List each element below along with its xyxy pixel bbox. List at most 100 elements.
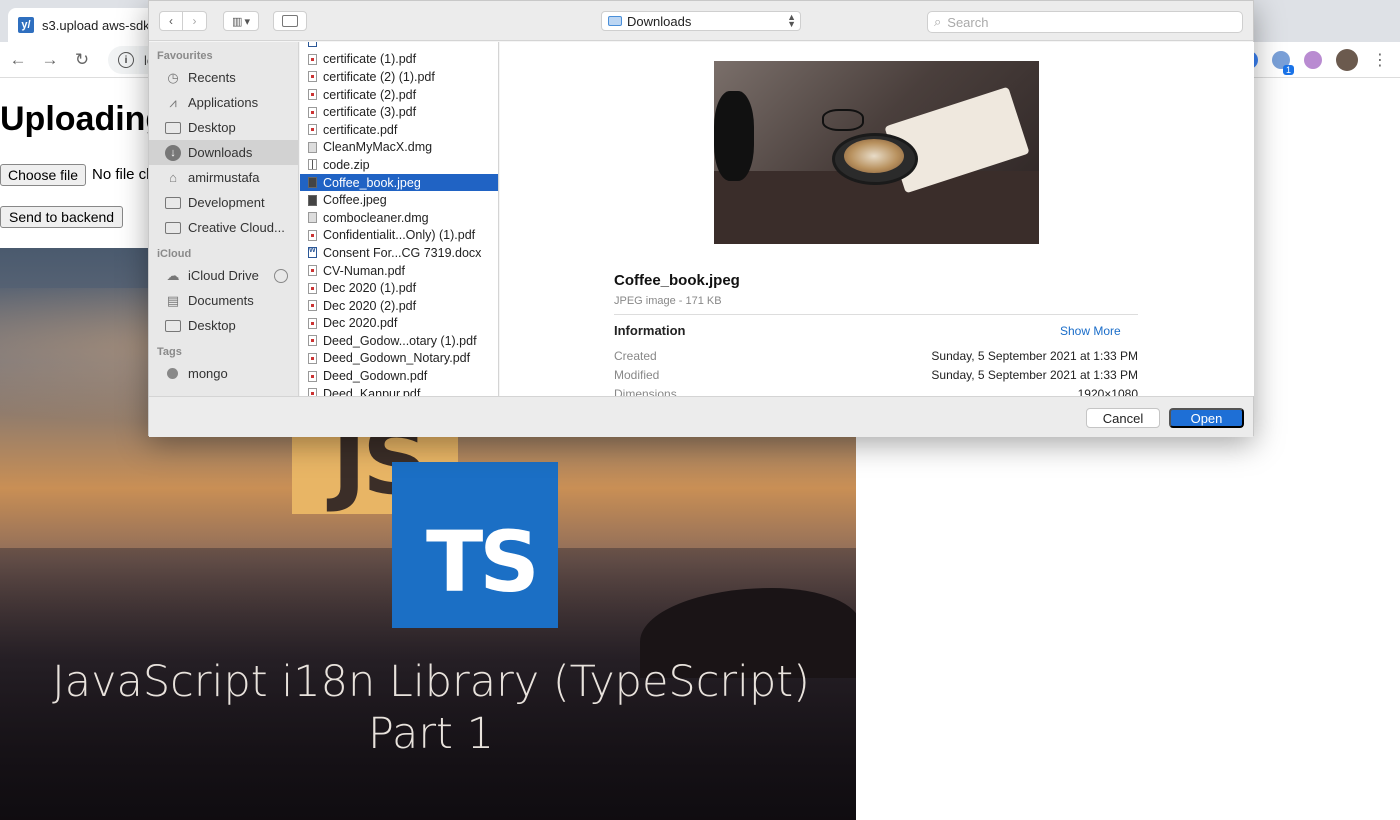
- list-item[interactable]: certificate.pdf: [300, 121, 498, 139]
- file-name: CleanMyMacX.dmg: [323, 140, 433, 155]
- menu-dots-icon[interactable]: ⋮: [1372, 50, 1388, 70]
- preview-latte: [844, 139, 904, 173]
- file-name: certificate (2).pdf: [323, 87, 417, 102]
- sidebar-item-recents[interactable]: ◷ Recents: [149, 65, 298, 90]
- divider: [614, 314, 1138, 315]
- back-button[interactable]: ‹: [159, 11, 183, 31]
- avatar[interactable]: [1336, 49, 1358, 71]
- sidebar-item-label: Development: [188, 195, 265, 210]
- file-status-text: No file ch: [92, 166, 155, 183]
- info-row-dimensions: Dimensions 1920×1080: [614, 387, 1138, 396]
- pdf-file-icon: [308, 265, 317, 277]
- sidebar-section-favourites: Favourites: [157, 50, 213, 62]
- view-mode-button[interactable]: ▥ ▾: [223, 11, 259, 31]
- search-input[interactable]: ⌕ Search: [927, 11, 1243, 33]
- info-label: Created: [614, 349, 657, 363]
- sidebar-item-icloud-desktop[interactable]: Desktop: [149, 313, 298, 338]
- cloud-icon: ☁: [166, 267, 180, 283]
- list-item[interactable]: [300, 42, 498, 51]
- list-item[interactable]: Confidentialit...Only) (1).pdf: [300, 227, 498, 245]
- sidebar-item-documents[interactable]: ▤ Documents: [149, 288, 298, 313]
- list-item[interactable]: Dec 2020 (1).pdf: [300, 279, 498, 297]
- new-folder-icon: [282, 15, 298, 27]
- list-item[interactable]: certificate (2) (1).pdf: [300, 68, 498, 86]
- file-name: combocleaner.dmg: [323, 210, 429, 225]
- list-item[interactable]: Deed_Godown_Notary.pdf: [300, 350, 498, 368]
- open-button[interactable]: Open: [1169, 408, 1244, 428]
- home-icon: ⌂: [169, 170, 177, 185]
- list-item[interactable]: Dec 2020 (2).pdf: [300, 297, 498, 315]
- reload-icon[interactable]: ↻: [68, 46, 96, 74]
- pdf-file-icon: [308, 124, 317, 136]
- list-item[interactable]: Deed_Kanpur.pdf: [300, 385, 498, 396]
- sidebar-item-creative-cloud[interactable]: Creative Cloud...: [149, 215, 298, 240]
- file-name: certificate (1).pdf: [323, 52, 417, 67]
- preview-glasses: [822, 109, 864, 131]
- list-item[interactable]: Dec 2020.pdf: [300, 315, 498, 333]
- file-name: Dec 2020.pdf: [323, 316, 398, 331]
- list-item[interactable]: code.zip: [300, 156, 498, 174]
- sidebar-item-icloud-drive[interactable]: ☁ iCloud Drive: [149, 263, 298, 288]
- list-item[interactable]: Coffee.jpeg: [300, 191, 498, 209]
- list-item[interactable]: Deed_Godown.pdf: [300, 367, 498, 385]
- site-info-icon[interactable]: i: [118, 52, 134, 68]
- preview-pane: Coffee_book.jpeg JPEG image - 171 KB Inf…: [500, 42, 1254, 396]
- sidebar-item-home[interactable]: ⌂ amirmustafa: [149, 165, 298, 190]
- file-name: Dec 2020 (1).pdf: [323, 281, 417, 296]
- file-name: Coffee_book.jpeg: [323, 175, 421, 190]
- sidebar-item-applications[interactable]: ⩘ Applications: [149, 90, 298, 115]
- info-value: Sunday, 5 September 2021 at 1:33 PM: [931, 349, 1138, 363]
- pdf-file-icon: [308, 282, 317, 294]
- information-heading: Information: [614, 323, 686, 338]
- list-item[interactable]: certificate (3).pdf: [300, 103, 498, 121]
- dialog-sidebar: Favourites ◷ Recents ⩘ Applications Desk…: [149, 42, 299, 396]
- folder-icon: [165, 196, 181, 210]
- tab-title: s3.upload aws-sdk: [42, 17, 150, 33]
- show-more-link[interactable]: Show More: [1060, 324, 1121, 338]
- forward-button[interactable]: ›: [183, 11, 207, 31]
- sidebar-item-label: Creative Cloud...: [188, 220, 285, 235]
- sidebar-item-desktop[interactable]: Desktop: [149, 115, 298, 140]
- info-label: Dimensions: [614, 387, 677, 396]
- sidebar-section-tags: Tags: [157, 346, 182, 358]
- sidebar-item-label: amirmustafa: [188, 170, 260, 185]
- sidebar-item-development[interactable]: Development: [149, 190, 298, 215]
- list-item[interactable]: certificate (1).pdf: [300, 51, 498, 69]
- sync-progress-icon: [273, 268, 288, 283]
- hero-title: JavaScript i18n Library (TypeScript) Par…: [0, 656, 856, 760]
- file-name: Deed_Godow...otary (1).pdf: [323, 333, 477, 348]
- list-item[interactable]: CleanMyMacX.dmg: [300, 139, 498, 157]
- file-name: certificate (2) (1).pdf: [323, 69, 435, 84]
- send-to-backend-button[interactable]: Send to backend: [0, 206, 124, 228]
- sidebar-item-tag-mongo[interactable]: mongo: [149, 361, 298, 386]
- sidebar-item-label: iCloud Drive: [188, 268, 259, 283]
- list-item[interactable]: Deed_Godow...otary (1).pdf: [300, 332, 498, 350]
- location-label: Downloads: [627, 13, 692, 29]
- list-item[interactable]: combocleaner.dmg: [300, 209, 498, 227]
- list-item-selected[interactable]: Coffee_book.jpeg: [300, 173, 498, 192]
- list-item[interactable]: certificate (2).pdf: [300, 86, 498, 104]
- puzzle-icon[interactable]: [1304, 51, 1322, 69]
- file-name: Consent For...CG 7319.docx: [323, 245, 482, 260]
- location-dropdown[interactable]: Downloads ▲ ▼: [601, 11, 801, 31]
- cancel-button[interactable]: Cancel: [1086, 408, 1160, 428]
- page-title: Uploading: [0, 100, 167, 138]
- file-name: certificate.pdf: [323, 122, 398, 137]
- dialog-footer: Cancel Open: [149, 396, 1253, 437]
- pdf-file-icon: [308, 106, 317, 118]
- new-folder-button[interactable]: [273, 11, 307, 31]
- list-item[interactable]: Consent For...CG 7319.docx: [300, 244, 498, 262]
- sidebar-item-downloads[interactable]: ↓ Downloads: [149, 140, 298, 165]
- file-icon: [308, 42, 317, 48]
- extension-icon[interactable]: 1: [1272, 51, 1294, 75]
- choose-file-button[interactable]: Choose file: [0, 164, 87, 186]
- preview-file-kind: JPEG image - 171 KB: [614, 295, 722, 307]
- extension-badge: 1: [1282, 65, 1294, 75]
- word-file-icon: [308, 247, 317, 259]
- back-icon[interactable]: ←: [4, 46, 32, 74]
- search-placeholder: Search: [947, 14, 989, 30]
- list-item[interactable]: CV-Numan.pdf: [300, 262, 498, 280]
- file-name: Deed_Godown.pdf: [323, 369, 428, 384]
- forward-icon[interactable]: →: [36, 46, 64, 74]
- info-row-modified: Modified Sunday, 5 September 2021 at 1:3…: [614, 368, 1138, 386]
